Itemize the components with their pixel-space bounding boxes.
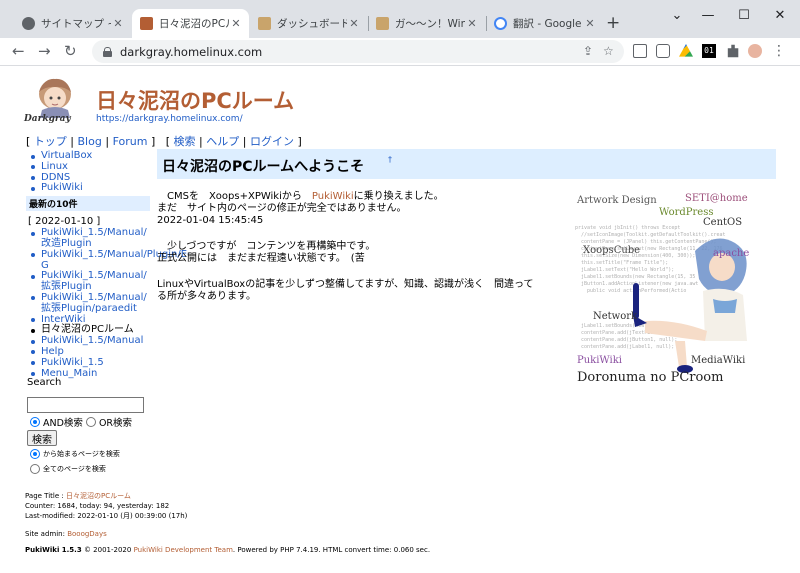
google-icon [494,17,507,30]
browser-toolbar: ← → ↻ darkgray.homelinux.com ⇪ ☆ [0,38,800,66]
page-heading: 日々泥沼のPCルームへようこそ † [157,149,776,179]
search-scope-prefix: から始まるページを検索 [30,449,120,459]
share-icon[interactable]: ⇪ [583,44,593,58]
download-icon[interactable] [633,44,647,58]
svg-text:jLabel1.setText("Hello World"): jLabel1.setText("Hello World"); [581,267,674,273]
tab-title: 翻訳 - Google 検索 [513,18,583,30]
svg-text:private void jbInit() throws E: private void jbInit() throws Except [575,225,680,231]
nav-search-link[interactable]: 検索 [174,135,196,148]
search-button[interactable]: 検索 [27,430,57,446]
side-menu: VirtualBox Linux DDNS PukiWiki 最新の10件 [ … [26,150,191,379]
browser-tab-5[interactable]: 翻訳 - Google 検索 ✕ [486,9,603,38]
pukiwiki-team-link[interactable]: PukiWiki Development Team [134,546,233,554]
menu-link-linux[interactable]: Linux [26,161,150,173]
address-bar[interactable]: darkgray.homelinux.com ⇪ ☆ [92,40,624,63]
reload-icon[interactable]: ↻ [64,43,77,59]
bookmark-star-icon[interactable]: ☆ [603,44,614,58]
counter-text: Counter: 1684, today: 94, yesterday: 182 [25,502,170,510]
url-text[interactable]: darkgray.homelinux.com [120,45,262,59]
and-radio[interactable] [30,417,40,427]
tab-close-icon[interactable]: ✕ [111,17,125,30]
tab-title: サイトマップ ~ Sarasa [41,18,111,30]
collage-word: PukiWiki [577,355,622,366]
paragraph-1: CMSを Xoops+XPWikiから PukiWikiに乗り換えました。 まだ… [157,191,444,226]
nav-help-link[interactable]: ヘルプ [206,135,239,148]
anchor-link[interactable]: † [388,155,392,164]
paragraph-3: LinuxやVirtualBoxの記事を少しずつ整備してますが、知識、認識が浅く… [157,279,534,302]
favicon-icon [22,17,35,30]
powered-by: PukiWiki 1.5.3 © 2001-2020 PukiWiki Deve… [25,546,431,554]
collage-word: apache [713,248,749,259]
recent-link[interactable]: PukiWiki_1.5/Manual/Plugin/E-G [26,249,191,272]
tab-close-icon[interactable]: ✕ [347,17,361,30]
or-radio[interactable] [85,417,96,427]
svg-text:jLabel1.setBounds(new Rectangl: jLabel1.setBounds(new Rectangle(15, 35 [581,274,695,280]
all-radio[interactable] [30,464,40,474]
site-url[interactable]: https://darkgray.homelinux.com/ [96,114,243,124]
forward-icon[interactable]: → [38,43,51,59]
recent-link[interactable]: PukiWiki_1.5/Manual/拡張Plugin/paraedit [26,292,150,315]
extension-01-icon[interactable]: 01 [702,44,716,58]
collage-word: Artwork Design [576,195,657,206]
favicon-icon [140,17,153,30]
tab-close-icon[interactable]: ✕ [229,17,243,30]
top-navbar: [ トップ | Blog | Forum ] [ 検索 | ヘルプ | ログイン… [26,135,302,148]
footer-page-title-link[interactable]: 日々泥沼のPCルーム [66,492,131,500]
svg-text:this.setTitle("Frame Title");: this.setTitle("Frame Title"); [581,260,668,266]
new-tab-button[interactable]: + [606,14,620,32]
nav-forum-link[interactable]: Forum [113,135,148,148]
site-admin-link[interactable]: BooogDays [67,530,107,538]
collage-word: MediaWiki [691,355,745,366]
collage-word: CentOS [703,217,742,228]
site-collage-image: private void jbInit() throws Except //se… [575,193,749,385]
svg-text:contentPane.add(jLabel1, null): contentPane.add(jLabel1, null); [581,344,674,350]
svg-text://setIconImage(Toolkit.getDefa: //setIconImage(Toolkit.getDefaultToolkit… [581,232,726,238]
collage-word: SETI@home [685,193,748,204]
tab-title: 日々泥沼のPCルーム [159,18,229,30]
web-page: Darkgray 日々泥沼のPCルーム https://darkgray.hom… [0,67,800,573]
search-scope-all: 全てのページを検索 [30,464,106,474]
site-title[interactable]: 日々泥沼のPCルーム [96,85,294,115]
recent-link[interactable]: PukiWiki_1.5/Manual/改造Plugin [26,227,150,250]
extension-box-icon[interactable] [656,44,670,58]
pukiwiki-link[interactable]: PukiWiki [312,191,354,202]
profile-avatar-icon[interactable] [748,44,762,58]
search-input[interactable] [27,397,144,413]
lock-icon [103,46,112,57]
tab-close-icon[interactable]: ✕ [465,17,479,30]
recent-link[interactable]: PukiWiki_1.5/Manual/拡張Plugin [26,271,150,293]
collage-word: Network [593,311,638,322]
window-close-icon[interactable]: ✕ [758,8,800,23]
page-info: Page Title : 日々泥沼のPCルーム Counter: 1684, t… [25,492,188,520]
nav-top-link[interactable]: トップ [34,135,67,148]
collage-word: XoopsCube [583,245,640,256]
prefix-radio[interactable] [30,449,40,459]
recent-link[interactable]: PukiWiki_1.5 [26,357,150,369]
svg-text:contentPane.add(jButton1, null: contentPane.add(jButton1, null); [581,337,677,343]
nav-blog-link[interactable]: Blog [78,135,102,148]
paragraph-2: 少しづつですが コンテンツを再構築中です。 正式公開には まだまだ程遠い状態です… [157,241,376,264]
site-admin: Site admin: BooogDays [25,530,107,538]
nav-login-link[interactable]: ログイン [250,135,294,148]
browser-tab-2[interactable]: 日々泥沼のPCルーム ✕ [132,9,249,38]
browser-tab-1[interactable]: サイトマップ ~ Sarasa ✕ [14,9,131,38]
search-heading: Search [27,377,62,388]
search-mode-group: AND検索 OR検索 [30,415,132,429]
logo-label: Darkgray [24,114,71,124]
menu-link-pukiwiki[interactable]: PukiWiki [26,183,150,194]
last-modified-text: Last-modified: 2022-01-10 (月) 00:39:00 (… [25,512,188,520]
menu-dots-icon[interactable]: ⋮ [772,44,786,58]
browser-tab-3[interactable]: ダッシュボード ‹ 泥沼 ✕ [250,9,367,38]
svg-text:jButton1.addActionListener(new: jButton1.addActionListener(new java.awt [581,281,698,287]
favicon-icon [258,17,271,30]
tab-title: ダッシュボード ‹ 泥沼 [277,18,347,30]
tab-close-icon[interactable]: ✕ [583,17,597,30]
browser-tab-strip: サイトマップ ~ Sarasa ✕ 日々泥沼のPCルーム ✕ ダッシュボード ‹… [0,0,800,38]
tab-title: ガ〜〜ン！Windows [395,18,465,30]
browser-tab-4[interactable]: ガ〜〜ン！Windows ✕ [368,9,485,38]
back-icon[interactable]: ← [12,43,25,59]
favicon-icon [376,17,389,30]
collage-word: Doronuma no PCroom [577,370,723,385]
recent-heading: 最新の10件 [26,196,150,212]
